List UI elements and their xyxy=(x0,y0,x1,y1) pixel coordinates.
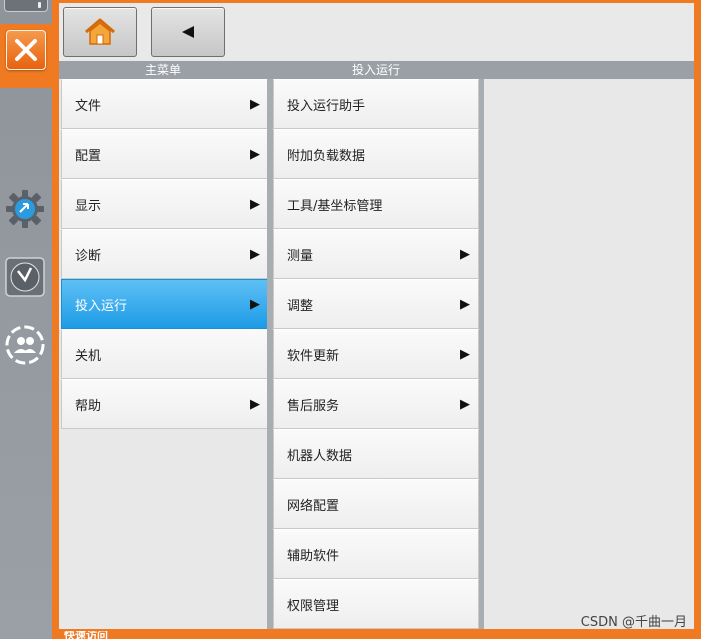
submenu-arrow-icon: ▶ xyxy=(460,346,470,362)
submenu-item[interactable]: 工具/基坐标管理 xyxy=(273,179,479,229)
main-menu-item-label: 诊断 xyxy=(75,248,102,264)
submenu-item[interactable]: 机器人数据 xyxy=(273,429,479,479)
submenu-item[interactable]: 售后服务 ▶ xyxy=(273,379,479,429)
main-menu-item[interactable]: 诊断 ▶ xyxy=(61,229,269,279)
close-button[interactable] xyxy=(0,24,58,88)
submenu-item-label: 网络配置 xyxy=(287,498,340,514)
main-menu-item[interactable]: 关机 xyxy=(61,329,269,379)
main-menu-item-label: 显示 xyxy=(75,198,102,214)
clock-button[interactable] xyxy=(2,254,48,300)
submenu-item[interactable]: 投入运行助手 xyxy=(273,79,479,129)
frame-bottom xyxy=(52,629,701,639)
submenu-arrow-icon: ▶ xyxy=(250,246,260,262)
submenu-arrow-icon: ▶ xyxy=(460,296,470,312)
main-menu-item[interactable]: 帮助 ▶ xyxy=(61,379,269,429)
main-menu: 文件 ▶ 配置 ▶ 显示 ▶ 诊断 ▶ 投入运行 ▶ 关机帮助 ▶ xyxy=(61,79,269,429)
submenu-item[interactable]: 调整 ▶ xyxy=(273,279,479,329)
user-button[interactable] xyxy=(2,322,48,368)
toolbar xyxy=(59,3,694,61)
submenu-item-label: 机器人数据 xyxy=(287,448,353,464)
main-menu-header: 主菜单 xyxy=(144,63,181,77)
submenu-arrow-icon: ▶ xyxy=(250,146,260,162)
submenu-item-label: 调整 xyxy=(287,298,314,314)
submenu-item[interactable]: 附加负载数据 xyxy=(273,129,479,179)
watermark: CSDN @千曲一月 xyxy=(580,615,687,630)
main-menu-item-label: 投入运行 xyxy=(75,298,128,314)
home-button[interactable] xyxy=(63,7,137,57)
submenu-item-label: 售后服务 xyxy=(287,398,340,414)
empty-panel xyxy=(482,79,694,629)
left-sidebar xyxy=(0,0,58,639)
submenu-arrow-icon: ▶ xyxy=(250,296,260,312)
submenu-item[interactable]: 权限管理 xyxy=(273,579,479,629)
submenu-item-label: 附加负载数据 xyxy=(287,148,366,164)
main-menu-item-label: 文件 xyxy=(75,98,102,114)
submenu-item-label: 软件更新 xyxy=(287,348,340,364)
submenu-item-label: 权限管理 xyxy=(287,598,340,614)
submenu-item[interactable]: 网络配置 xyxy=(273,479,479,529)
submenu-item-label: 投入运行助手 xyxy=(287,98,366,114)
menu-header-bar: 主菜单 投入运行 xyxy=(59,61,694,79)
main-menu-item[interactable]: 投入运行 ▶ xyxy=(61,279,269,329)
submenu-item[interactable]: 辅助软件 xyxy=(273,529,479,579)
gear-icon xyxy=(6,190,44,228)
back-triangle-icon xyxy=(182,26,194,38)
submenu-item-label: 辅助软件 xyxy=(287,548,340,564)
back-button[interactable] xyxy=(151,7,225,57)
submenu-arrow-icon: ▶ xyxy=(250,96,260,112)
main-menu-item-label: 关机 xyxy=(75,348,102,364)
submenu-item-label: 工具/基坐标管理 xyxy=(287,198,383,214)
submenu-arrow-icon: ▶ xyxy=(250,396,260,412)
submenu-item-label: 测量 xyxy=(287,248,314,264)
main-menu-item-label: 配置 xyxy=(75,148,102,164)
settings-button[interactable] xyxy=(2,186,48,232)
submenu: 投入运行助手 附加负载数据工具/基坐标管理 测量 ▶ 调整 ▶ 软件更新 ▶ 售后服务 ▶ 机器人数… xyxy=(273,79,479,629)
main-menu-item[interactable]: 文件 ▶ xyxy=(61,79,269,129)
submenu-arrow-icon: ▶ xyxy=(250,196,260,212)
quick-access-label[interactable]: 快速访问 xyxy=(64,631,108,639)
frame-left xyxy=(52,0,59,639)
main-menu-item-label: 帮助 xyxy=(75,398,102,414)
close-icon xyxy=(15,39,37,61)
frame-right xyxy=(694,0,701,639)
main-menu-item[interactable]: 显示 ▶ xyxy=(61,179,269,229)
clock-icon xyxy=(5,257,45,297)
submenu-arrow-icon: ▶ xyxy=(460,246,470,262)
submenu-arrow-icon: ▶ xyxy=(460,396,470,412)
home-icon xyxy=(85,18,115,45)
user-group-icon xyxy=(5,325,45,365)
submenu-header: 投入运行 xyxy=(351,63,400,77)
submenu-item[interactable]: 软件更新 ▶ xyxy=(273,329,479,379)
status-stub xyxy=(4,0,48,12)
submenu-item[interactable]: 测量 ▶ xyxy=(273,229,479,279)
main-panel: 主菜单 投入运行 文件 ▶ 配置 ▶ 显示 ▶ 诊断 ▶ 投入运行 ▶ 关机帮助 ▶ 投入运行助手 附加… xyxy=(59,3,694,629)
main-menu-item[interactable]: 配置 ▶ xyxy=(61,129,269,179)
